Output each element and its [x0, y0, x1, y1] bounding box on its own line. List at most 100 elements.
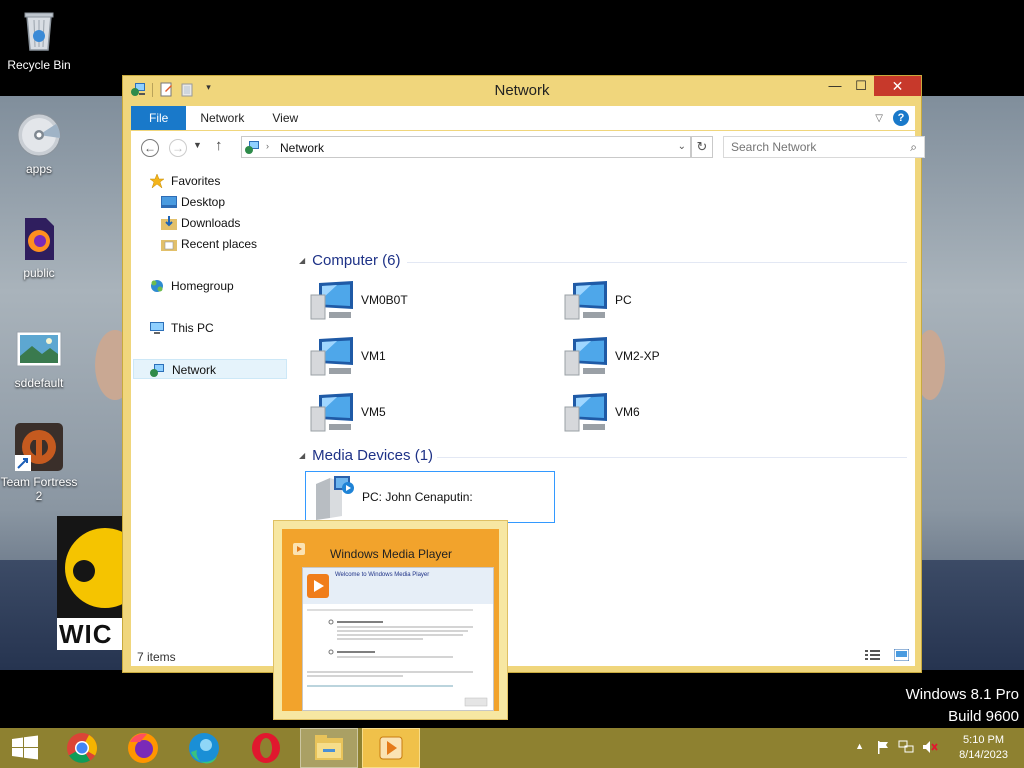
recycle-bin-icon: [16, 8, 62, 54]
window-title: Network: [494, 82, 550, 99]
desktop-folder-icon: [161, 195, 177, 209]
address-dropdown-chevron-icon[interactable]: ⌄: [678, 141, 686, 152]
forward-button[interactable]: →: [169, 139, 187, 157]
nav-label: Downloads: [181, 216, 241, 230]
file-explorer-icon: [301, 735, 357, 768]
taskbar-chrome-button[interactable]: [53, 728, 111, 768]
show-hidden-icons-chevron-icon[interactable]: ▲: [855, 741, 864, 751]
ribbon-tabs: File Network View ▽ ?: [131, 106, 915, 130]
search-input[interactable]: [731, 137, 901, 157]
chrome-icon: [53, 733, 111, 768]
cd-disc-icon: [16, 112, 62, 158]
nav-label: Homegroup: [171, 279, 234, 293]
tab-file[interactable]: File: [131, 106, 187, 130]
desktop-icon-label: public: [23, 266, 55, 280]
edge-icon: [175, 733, 233, 768]
details-view-icon[interactable]: [865, 649, 880, 661]
nav-item-this-pc[interactable]: This PC: [133, 318, 287, 338]
taskbar-opera-button[interactable]: [237, 728, 295, 768]
action-center-flag-icon[interactable]: [876, 740, 890, 757]
network-computer-icon: [309, 335, 357, 379]
navigation-pane: Favorites Desktop Downloads Recent place…: [131, 165, 291, 635]
back-button[interactable]: ←: [141, 139, 159, 157]
tab-view[interactable]: View: [258, 106, 312, 130]
close-button[interactable]: ✕: [874, 76, 921, 96]
computer-icon: [149, 321, 165, 335]
system-clock[interactable]: 5:10 PM 8/14/2023: [959, 733, 1008, 763]
expand-ribbon-chevron-icon[interactable]: ▽: [875, 113, 883, 124]
navigation-bar: ← → ▼ ↑ › Network ⌄ ↻ ⌕: [131, 131, 925, 165]
network-item-name: VM1: [361, 349, 386, 363]
explorer-content: Favorites Desktop Downloads Recent place…: [131, 165, 915, 666]
desktop-icon-sddefault[interactable]: sddefault: [0, 326, 78, 390]
search-icon[interactable]: ⌕: [910, 140, 917, 155]
address-bar[interactable]: › Network ⌄: [241, 136, 691, 158]
group-header-media-devices[interactable]: ◢ Media Devices (1): [299, 447, 433, 464]
start-button[interactable]: [0, 728, 50, 768]
large-icons-view-icon[interactable]: [893, 648, 910, 662]
network-item-pc[interactable]: PC: [559, 277, 799, 325]
network-item-vm0b0t[interactable]: VM0B0T: [305, 277, 545, 325]
collapse-triangle-icon: ◢: [299, 451, 306, 460]
nav-item-homegroup[interactable]: Homegroup: [133, 276, 287, 296]
recent-locations-chevron-icon[interactable]: ▼: [193, 140, 202, 150]
opera-icon: [237, 733, 295, 768]
media-player-icon: [292, 542, 306, 559]
nav-item-network[interactable]: Network: [133, 359, 287, 379]
network-tray-icon[interactable]: [898, 740, 914, 757]
minimize-button[interactable]: —: [822, 76, 848, 96]
group-divider: [437, 457, 907, 458]
wallpaper-logo: WIC: [57, 516, 127, 650]
network-item-vm6[interactable]: VM6: [559, 389, 799, 437]
nav-item-downloads[interactable]: Downloads: [133, 213, 287, 233]
clock-time: 5:10 PM: [963, 734, 1005, 746]
status-bar-item-count: 7 items: [137, 650, 176, 664]
network-item-vm2-xp[interactable]: VM2-XP: [559, 333, 799, 381]
firefox-file-icon: [16, 216, 62, 262]
collapse-triangle-icon: ◢: [299, 256, 306, 265]
title-bar[interactable]: ▾ Network — ☐ ✕: [123, 76, 921, 104]
desktop-icon-apps[interactable]: apps: [0, 112, 78, 176]
desktop-icon-recycle-bin[interactable]: Recycle Bin: [0, 8, 78, 72]
wallpaper-logo-text: WIC: [57, 618, 127, 650]
network-item-name: VM6: [615, 405, 640, 419]
tab-network[interactable]: Network: [186, 106, 258, 130]
media-device-item[interactable]: PC: John Cenaputin:: [305, 471, 555, 523]
clock-date: 8/14/2023: [959, 749, 1008, 761]
breadcrumb-chevron-icon[interactable]: ›: [266, 141, 269, 151]
volume-muted-icon[interactable]: [922, 740, 938, 757]
recent-places-icon: [161, 237, 177, 251]
view-buttons: [865, 648, 910, 662]
refresh-button[interactable]: ↻: [691, 136, 713, 158]
network-item-name: PC: [615, 293, 632, 307]
thumbnail-title: Windows Media Player: [330, 547, 453, 561]
nav-item-desktop[interactable]: Desktop: [133, 192, 287, 212]
taskbar-edge-button[interactable]: [175, 728, 233, 768]
taskbar-firefox-button[interactable]: [114, 728, 172, 768]
desktop-icon-team-fortress-2[interactable]: Team Fortress 2: [0, 423, 78, 503]
media-server-icon: [312, 474, 356, 525]
star-icon: [149, 173, 165, 189]
group-header-computer[interactable]: ◢ Computer (6): [299, 252, 401, 269]
media-player-thumbnail[interactable]: Windows Media Player Welcome to Windows …: [273, 520, 508, 720]
firefox-icon: [114, 733, 172, 768]
taskbar: ▲ 5:10 PM 8/14/2023: [0, 728, 1024, 768]
search-box[interactable]: ⌕: [723, 136, 925, 158]
help-icon[interactable]: ?: [893, 110, 909, 126]
taskbar-file-explorer-button[interactable]: [300, 728, 358, 768]
network-item-vm5[interactable]: VM5: [305, 389, 545, 437]
group-title: Computer (6): [312, 252, 401, 269]
nav-item-favorites[interactable]: Favorites: [133, 171, 287, 191]
network-item-vm1[interactable]: VM1: [305, 333, 545, 381]
taskbar-media-player-button[interactable]: [362, 728, 420, 768]
media-player-icon: [363, 736, 419, 768]
nav-item-recent-places[interactable]: Recent places: [133, 234, 287, 254]
maximize-button[interactable]: ☐: [848, 76, 874, 96]
up-arrow-icon[interactable]: ↑: [215, 137, 223, 154]
desktop-icon-public[interactable]: public: [0, 216, 78, 280]
explorer-window[interactable]: ▾ Network — ☐ ✕ File Network View ▽ ? ← …: [122, 75, 925, 673]
image-file-icon: [16, 326, 62, 372]
nav-label: Recent places: [181, 237, 258, 251]
thumbnail-window-heading: Welcome to Windows Media Player: [335, 572, 430, 578]
network-computer-icon: [309, 391, 357, 435]
